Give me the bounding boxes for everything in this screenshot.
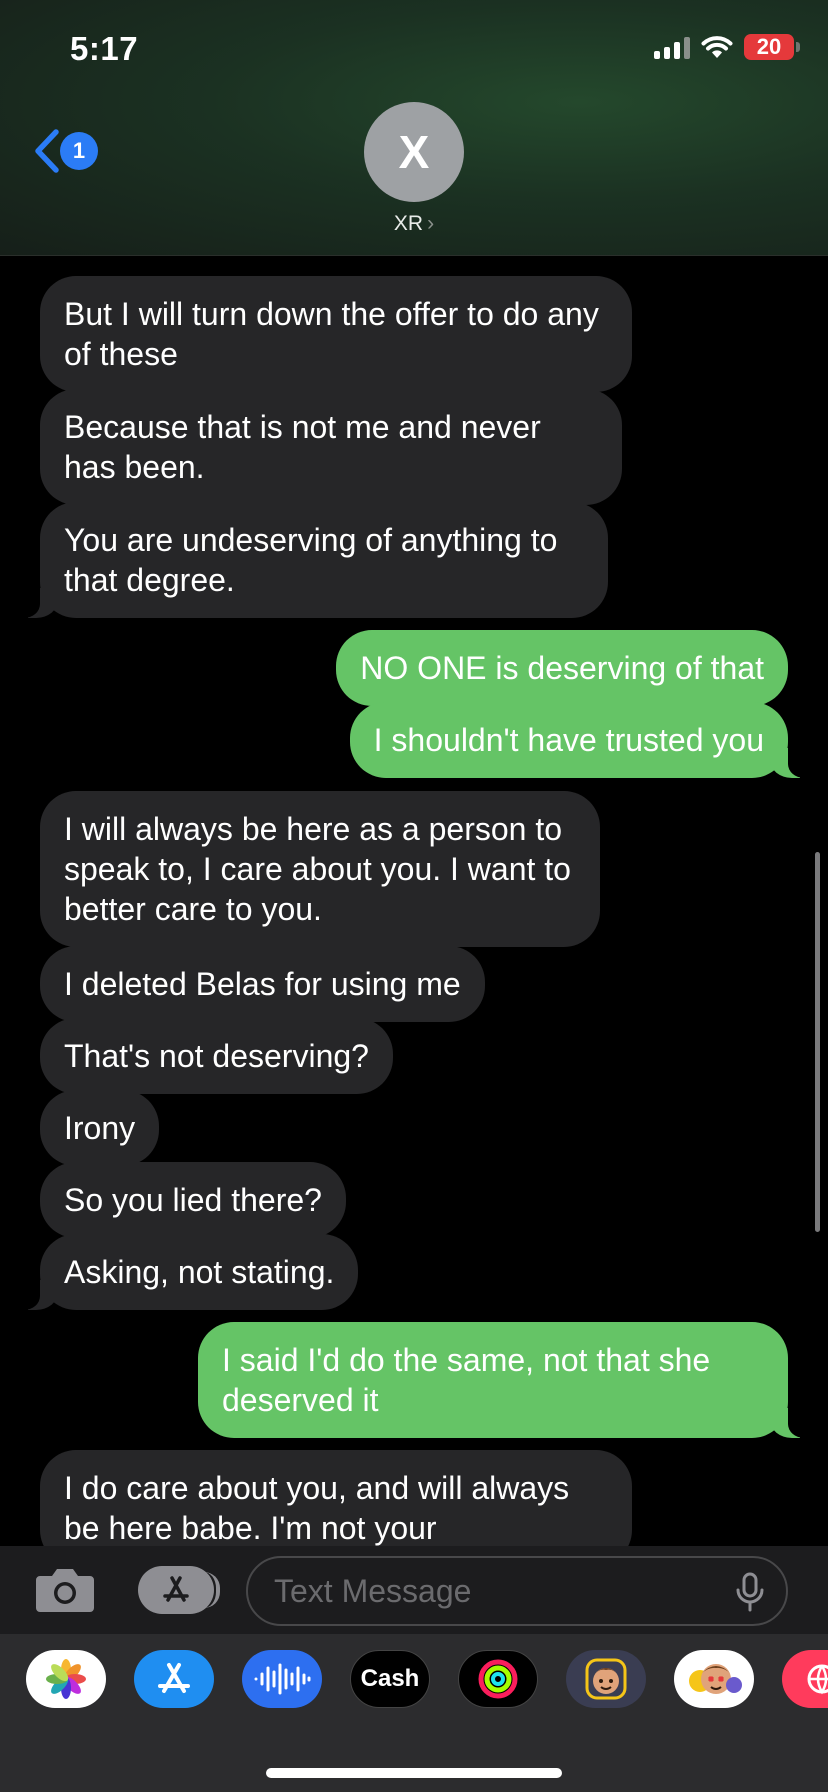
cellular-signal-icon	[654, 35, 690, 59]
audio-message-app-icon[interactable]	[242, 1650, 322, 1708]
status-time: 5:17	[70, 30, 139, 67]
message-list[interactable]: But I will turn down the offer to do any…	[0, 256, 828, 1546]
globe-icon	[807, 1664, 828, 1695]
received-message[interactable]: You are undeserving of anything to that …	[12, 502, 608, 618]
contact-name: XR	[393, 212, 424, 235]
app-store-icon	[163, 1576, 189, 1602]
wifi-icon	[701, 36, 733, 58]
scroll-indicator[interactable]	[815, 852, 820, 1232]
battery-level: 20	[756, 34, 782, 59]
photos-app-icon[interactable]	[26, 1650, 106, 1708]
back-button[interactable]: 1	[32, 128, 98, 174]
app-store-app-icon[interactable]	[134, 1650, 214, 1708]
waveform-icon	[254, 1663, 311, 1695]
apple-cash-app-icon[interactable]: Cash	[350, 1650, 430, 1708]
home-indicator[interactable]	[266, 1768, 562, 1778]
received-message[interactable]: I do care about you, and will always be …	[40, 1450, 632, 1546]
message-text-field[interactable]	[246, 1556, 788, 1626]
fitness-app-icon[interactable]	[458, 1650, 538, 1708]
sent-message[interactable]: I shouldn't have trusted you	[349, 702, 817, 778]
contact-avatar[interactable]: X	[364, 102, 464, 202]
animoji-faces-icon	[689, 1664, 742, 1694]
contact-name-button[interactable]: XR ›	[0, 212, 828, 236]
unread-count-badge: 1	[60, 132, 98, 170]
photos-flower-icon	[46, 1659, 86, 1699]
received-message[interactable]: That's not deserving?	[40, 1018, 393, 1094]
received-message[interactable]: So you lied there?	[40, 1162, 346, 1238]
battery-icon: 20	[744, 34, 800, 60]
memoji-stickers-app-icon[interactable]	[566, 1650, 646, 1708]
app-drawer: Cash	[0, 1634, 828, 1792]
received-message[interactable]: I will always be here as a person to spe…	[40, 791, 600, 947]
received-message[interactable]: Asking, not stating.	[11, 1234, 359, 1310]
chevron-right-icon: ›	[427, 212, 435, 235]
apple-cash-label: Cash	[360, 1665, 420, 1692]
status-indicators: 20	[654, 34, 800, 60]
microphone-icon[interactable]	[734, 1572, 766, 1612]
memoji-face-icon	[585, 1658, 627, 1700]
sent-message[interactable]: I said I'd do the same, not that she des…	[198, 1322, 816, 1438]
apps-button[interactable]	[138, 1566, 220, 1614]
web-search-app-icon[interactable]	[782, 1650, 828, 1708]
message-input-bar	[0, 1546, 828, 1634]
animoji-app-icon[interactable]	[674, 1650, 754, 1708]
app-store-glyph-icon	[158, 1663, 190, 1693]
received-message[interactable]: But I will turn down the offer to do any…	[40, 276, 632, 392]
sent-message[interactable]: NO ONE is deserving of that	[336, 630, 788, 706]
camera-icon[interactable]	[34, 1564, 96, 1614]
received-message[interactable]: Irony	[40, 1090, 160, 1166]
received-message[interactable]: Because that is not me and never has bee…	[40, 389, 622, 505]
received-message[interactable]: I deleted Belas for using me	[40, 946, 485, 1022]
activity-rings-icon	[478, 1659, 518, 1699]
chevron-left-icon	[35, 129, 59, 173]
conversation-header: 5:17 20 1 X XR ›	[0, 0, 828, 256]
